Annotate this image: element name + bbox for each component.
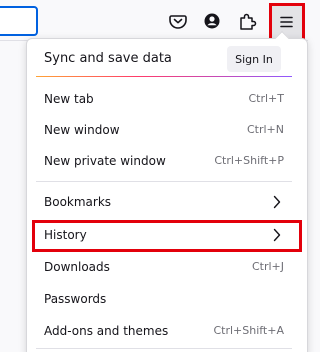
sync-gradient-divider [36, 76, 292, 77]
menu-separator [36, 181, 292, 182]
menu-item-shortcut: Ctrl+J [251, 260, 284, 273]
menu-item-label: Bookmarks [44, 195, 112, 209]
extensions-button[interactable] [232, 6, 262, 36]
menu-item-label: New window [44, 123, 120, 137]
history-item-highlight [32, 220, 302, 252]
account-button[interactable] [197, 6, 227, 36]
menu-item-shortcut: Ctrl+N [246, 123, 284, 136]
menu-item-shortcut: Ctrl+Shift+A [213, 324, 284, 337]
menu-item-new-tab[interactable]: New tab Ctrl+T [44, 88, 284, 110]
menu-item-label: Downloads [44, 260, 110, 274]
menu-item-downloads[interactable]: Downloads Ctrl+J [44, 256, 284, 278]
menu-separator [36, 348, 292, 349]
menu-item-new-private-window[interactable]: New private window Ctrl+Shift+P [44, 150, 284, 172]
menu-item-label: Add-ons and themes [44, 324, 169, 338]
sync-label: Sync and save data [44, 51, 172, 66]
menu-item-add-ons-and-themes[interactable]: Add-ons and themes Ctrl+Shift+A [44, 320, 284, 342]
menu-item-label: New private window [44, 154, 166, 168]
save-to-pocket-icon [169, 15, 187, 29]
menu-item-shortcut: Ctrl+Shift+P [214, 154, 284, 167]
page-content-area [0, 41, 26, 352]
browser-toolbar [0, 0, 308, 40]
save-to-pocket-button[interactable] [163, 6, 193, 36]
menu-item-bookmarks[interactable]: Bookmarks [44, 191, 284, 213]
menu-item-shortcut: Ctrl+T [248, 92, 284, 105]
sign-in-button[interactable]: Sign In [227, 46, 281, 72]
menu-item-label: Passwords [44, 292, 107, 306]
account-icon [204, 13, 220, 29]
chevron-right-icon [273, 195, 281, 209]
menu-item-passwords[interactable]: Passwords [44, 288, 284, 310]
extensions-icon [240, 13, 257, 30]
address-bar[interactable] [0, 6, 38, 36]
menu-item-new-window[interactable]: New window Ctrl+N [44, 119, 284, 141]
menu-item-label: New tab [44, 92, 94, 106]
